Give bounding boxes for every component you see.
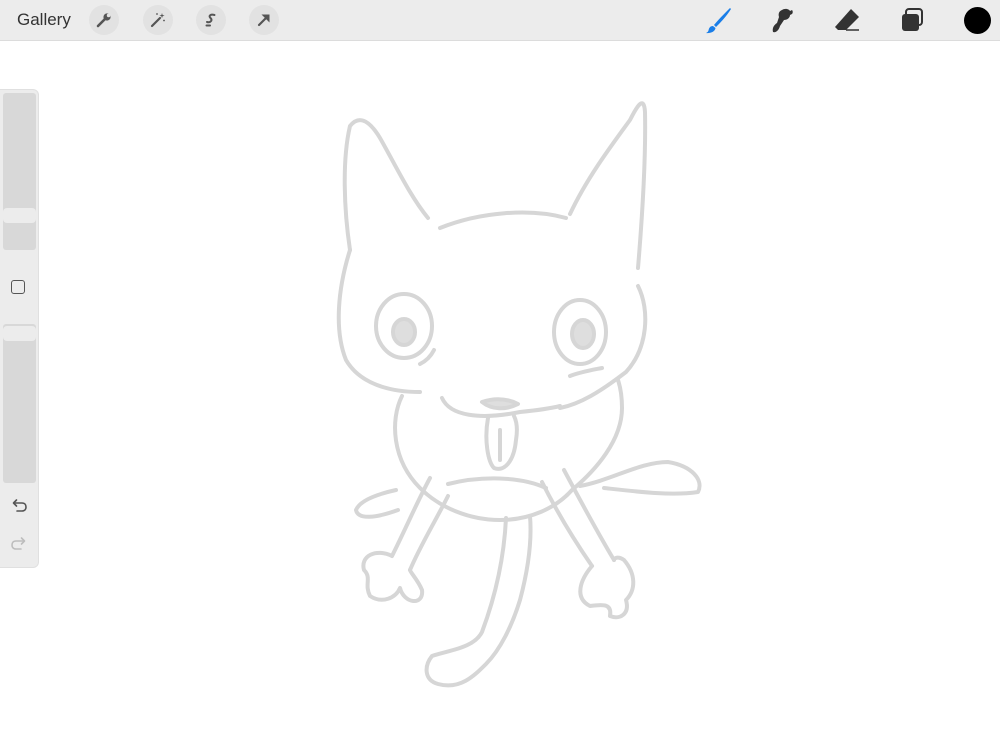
selection-icon bbox=[205, 13, 216, 27]
smudge-icon bbox=[772, 8, 793, 33]
eraser-icon bbox=[835, 9, 859, 31]
smudge-button[interactable] bbox=[768, 5, 798, 35]
cat-sketch bbox=[336, 101, 702, 688]
selection-button[interactable] bbox=[196, 5, 226, 35]
wrench-icon bbox=[96, 13, 111, 28]
adjustments-button[interactable] bbox=[143, 5, 173, 35]
eraser-button[interactable] bbox=[832, 5, 862, 35]
layers-icon bbox=[902, 8, 923, 31]
gallery-button[interactable]: Gallery bbox=[17, 9, 71, 31]
top-toolbar: Gallery bbox=[0, 0, 1000, 41]
transform-arrow-icon bbox=[257, 14, 270, 27]
layers-button[interactable] bbox=[897, 5, 927, 35]
color-picker-button[interactable] bbox=[964, 7, 991, 34]
drawing-canvas[interactable] bbox=[0, 41, 1000, 750]
transform-button[interactable] bbox=[249, 5, 279, 35]
brush-button[interactable] bbox=[704, 5, 734, 35]
actions-button[interactable] bbox=[89, 5, 119, 35]
magic-wand-icon bbox=[150, 13, 165, 28]
brush-icon bbox=[706, 8, 731, 34]
